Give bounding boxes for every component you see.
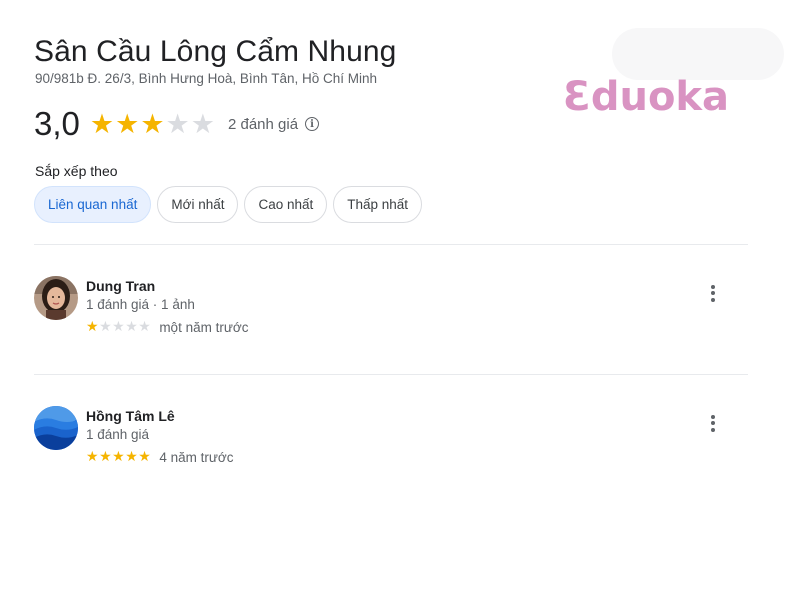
- reviewer-meta: 1 đánh giá: [86, 427, 150, 442]
- reviewer-name[interactable]: Hồng Tâm Lê: [86, 408, 175, 424]
- place-address: 90/981b Đ. 26/3, Bình Hưng Hoà, Bình Tân…: [35, 71, 377, 86]
- star-filled-icon: ★: [89, 108, 115, 139]
- divider: [34, 374, 748, 375]
- review-time: một năm trước: [159, 319, 249, 335]
- sort-chips: Liên quan nhất Mới nhất Cao nhất Thấp nh…: [34, 186, 423, 223]
- star-filled-icon: ★: [112, 448, 125, 464]
- info-icon[interactable]: i: [305, 117, 320, 131]
- sort-chip-relevant[interactable]: Liên quan nhất: [34, 186, 152, 223]
- divider: [34, 244, 748, 245]
- star-filled-icon: ★: [138, 448, 151, 464]
- place-title: Sân Cầu Lông Cẩm Nhung: [34, 35, 397, 68]
- star-filled-icon: ★: [115, 108, 140, 139]
- rating-value: 3,0: [34, 105, 80, 142]
- reviewer-name[interactable]: Dung Tran: [86, 278, 155, 294]
- star-empty-icon: ★: [190, 108, 215, 139]
- reviewer-meta: 1 đánh giá · 1 ảnh: [86, 297, 195, 312]
- review-stars: ★★★★★: [86, 448, 151, 466]
- review-count[interactable]: 2 đánh giá: [228, 116, 298, 133]
- star-empty-icon: ★: [165, 108, 190, 139]
- review-rating: ★★★★★ 4 năm trước: [86, 448, 233, 466]
- more-options-icon[interactable]: [704, 280, 722, 306]
- sort-chip-highest[interactable]: Cao nhất: [244, 186, 328, 223]
- reviewer-avatar[interactable]: [34, 406, 78, 450]
- star-filled-icon: ★: [140, 108, 165, 139]
- rating-stars: ★ ★ ★ ★ ★: [89, 108, 216, 139]
- star-empty-icon: ★: [112, 318, 125, 334]
- star-filled-icon: ★: [86, 448, 99, 464]
- star-filled-icon: ★: [125, 448, 138, 464]
- star-empty-icon: ★: [99, 318, 112, 334]
- star-empty-icon: ★: [138, 318, 151, 334]
- blurred-area: [612, 28, 784, 80]
- review-stars: ★★★★★: [86, 318, 151, 336]
- more-options-icon[interactable]: [704, 410, 722, 436]
- eduoka-logo: Ɛduoka: [563, 74, 730, 120]
- sort-label: Sắp xếp theo: [35, 163, 118, 179]
- review-time: 4 năm trước: [159, 449, 234, 465]
- sort-chip-newest[interactable]: Mới nhất: [157, 186, 239, 223]
- review-rating: ★★★★★ một năm trước: [86, 318, 248, 336]
- star-empty-icon: ★: [125, 318, 138, 334]
- sort-chip-lowest[interactable]: Thấp nhất: [333, 186, 423, 223]
- rating-summary: 3,0 ★ ★ ★ ★ ★ 2 đánh giá i: [34, 104, 320, 144]
- star-filled-icon: ★: [86, 318, 99, 334]
- star-filled-icon: ★: [99, 448, 112, 464]
- reviewer-avatar[interactable]: [34, 276, 78, 320]
